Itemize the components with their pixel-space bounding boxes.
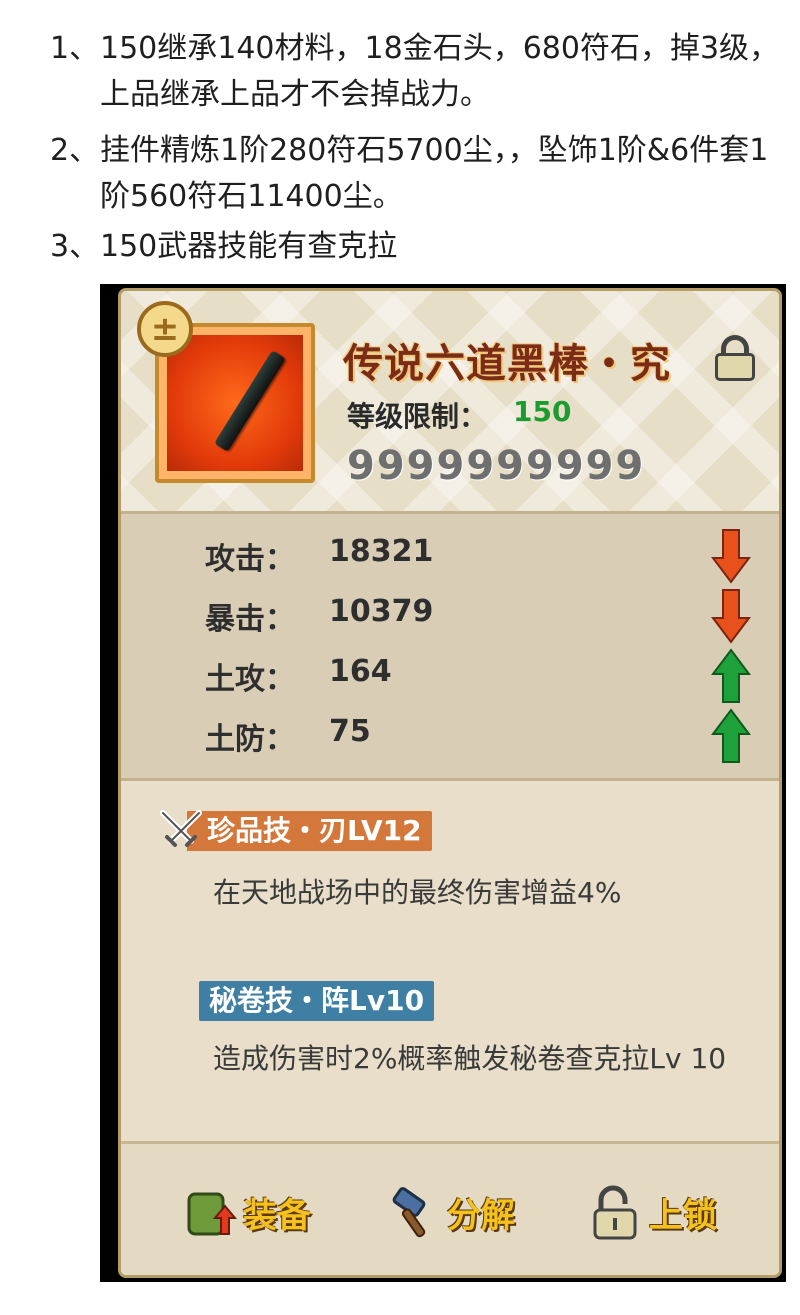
equip-icon (181, 1184, 238, 1240)
stat-value: 75 (329, 714, 371, 749)
down-arrow-icon (711, 528, 751, 584)
stat-value: 10379 (329, 594, 434, 629)
skill-description: 在天地战场中的最终伤害增益4% (213, 876, 622, 909)
level-requirement-value: 150 (513, 395, 572, 428)
stat-value: 164 (329, 654, 392, 689)
lock-button[interactable]: 上锁 (587, 1180, 717, 1244)
item-card-panel: ± 传说六道黑棒・究 等级限制： 150 9999999999 攻击： 1832… (118, 288, 782, 1278)
level-requirement-label: 等级限制： (347, 400, 488, 433)
stat-row: 土防： 75 (121, 706, 779, 766)
padlock-icon (587, 1184, 643, 1240)
action-bar: 装备 分解 上锁 (121, 1141, 779, 1275)
equip-button[interactable]: 装备 (181, 1180, 311, 1244)
unlock-icon[interactable] (715, 335, 755, 381)
weapon-icon (167, 335, 303, 471)
skill-tag-scroll: 秘卷技・阵Lv10 (199, 981, 435, 1021)
note-item: 2、 挂件精炼1阶280符石5700尘，，坠饰1阶&6件套1阶560符石1140… (50, 128, 780, 220)
rank-badge-icon: ± (137, 301, 193, 357)
note-text: 150继承140材料，18金石头，680符石，掉3级，上品继承上品才不会掉战力。 (100, 31, 780, 112)
gem-slots: 9999999999 (347, 443, 646, 489)
down-arrow-icon (711, 588, 751, 644)
crossed-swords-icon (160, 810, 202, 847)
stat-label: 土防： (205, 722, 295, 757)
stat-row: 攻击： 18321 (121, 526, 779, 586)
note-item: 3、 150武器技能有查克拉 (50, 224, 780, 270)
dismantle-label: 分解 (447, 1195, 515, 1236)
stat-row: 土攻： 164 (121, 646, 779, 706)
stat-value: 18321 (329, 534, 434, 569)
dismantle-button[interactable]: 分解 (385, 1180, 515, 1244)
skills-panel: 珍品技・刃LV12 在天地战场中的最终伤害增益4% 秘卷技・阵Lv10 造成伤害… (121, 781, 779, 1141)
stat-label: 攻击： (205, 542, 295, 577)
stat-row: 暴击： 10379 (121, 586, 779, 646)
up-arrow-icon (711, 648, 751, 704)
equip-label: 装备 (243, 1195, 311, 1236)
note-text: 挂件精炼1阶280符石5700尘，，坠饰1阶&6件套1阶560符石11400尘。 (100, 133, 769, 214)
stat-label: 土攻： (205, 662, 295, 697)
note-number: 3、 (50, 229, 100, 264)
lock-body (715, 353, 755, 381)
skill-description: 造成伤害时2%概率触发秘卷查克拉Lv 10 (213, 1042, 727, 1075)
hammer-icon (385, 1184, 441, 1240)
note-number: 1、 (50, 31, 100, 66)
item-card: ± 传说六道黑棒・究 等级限制： 150 9999999999 攻击： 1832… (100, 284, 786, 1282)
item-header: ± 传说六道黑棒・究 等级限制： 150 9999999999 (121, 291, 779, 511)
note-number: 2、 (50, 133, 100, 168)
note-text: 150武器技能有查克拉 (100, 229, 398, 264)
up-arrow-icon (711, 708, 751, 764)
item-name: 传说六道黑棒・究 (343, 341, 671, 387)
lock-label: 上锁 (649, 1195, 717, 1236)
note-item: 1、 150继承140材料，18金石头，680符石，掉3级，上品继承上品才不会掉… (50, 26, 780, 118)
stats-panel: 攻击： 18321 暴击： 10379 土攻： 164 土防： 75 (121, 511, 779, 781)
stat-label: 暴击： (205, 602, 295, 637)
staff-icon (214, 350, 286, 452)
